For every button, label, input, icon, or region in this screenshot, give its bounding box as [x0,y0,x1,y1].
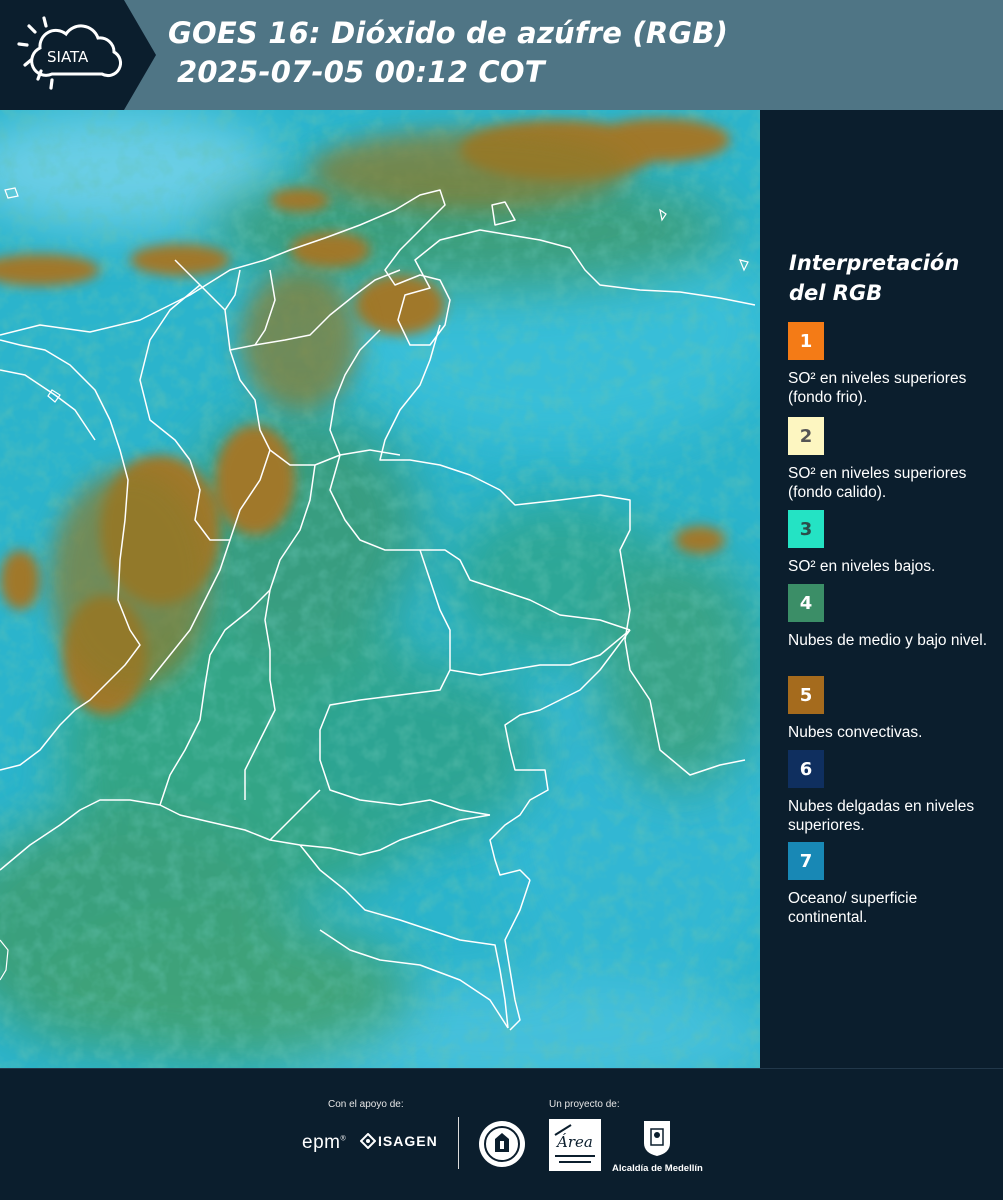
siata-logo-text: SIATA [47,48,89,66]
satellite-map [0,110,760,1068]
legend-item-2: 2 SO² en niveles superiores (fondo calid… [788,417,998,502]
legend-swatch: 6 [788,750,824,788]
legend-swatch: 4 [788,584,824,622]
legend-panel: Interpretación del RGB 1 SO² en niveles … [760,110,1003,1068]
legend-label: SO² en niveles superiores (fondo calido)… [788,465,967,501]
area-metropolitana-logo: Área [549,1119,601,1175]
title-product: GOES 16: Dióxido de azúfre (RGB) [168,16,729,50]
legend-item-7: 7 Oceano/ superficie continental. [788,842,998,927]
legend-label: Nubes de medio y bajo nivel. [788,632,988,649]
legend-swatch: 7 [788,842,824,880]
epm-logo: epm® [302,1132,347,1153]
support-label: Con el apoyo de: [328,1099,404,1110]
page-title: GOES 16: Dióxido de azúfre (RGB) 2025-07… [168,14,728,92]
footer-divider [458,1117,459,1169]
legend-swatch: 2 [788,417,824,455]
header: SIATA GOES 16: Dióxido de azúfre (RGB) 2… [0,0,1003,110]
epm-logo-text: epm [302,1132,341,1153]
legend-item-3: 3 SO² en niveles bajos. [788,510,998,595]
isagen-logo: ISAGEN [360,1133,438,1149]
alcaldia-shield-icon [644,1121,670,1156]
alcaldia-label: Alcaldía de Medellín [612,1163,703,1174]
area-logo-text: Área [555,1133,593,1151]
legend-label: Oceano/ superficie continental. [788,890,918,926]
legend-item-4: 4 Nubes de medio y bajo nivel. [788,584,998,669]
project-label: Un proyecto de: [549,1099,620,1110]
legend-label: SO² en niveles superiores (fondo frio). [788,370,967,406]
medellin-seal-icon [477,1119,527,1173]
legend-label: Nubes delgadas en niveles superiores. [788,798,975,834]
legend-swatch: 5 [788,676,824,714]
isagen-icon [360,1133,376,1149]
legend-swatch: 1 [788,322,824,360]
legend-item-6: 6 Nubes delgadas en niveles superiores. [788,750,998,835]
footer: Con el apoyo de: Un proyecto de: epm® IS… [0,1068,1003,1200]
isagen-logo-text: ISAGEN [378,1133,438,1149]
legend-item-1: 1 SO² en niveles superiores (fondo frio)… [788,322,998,407]
alcaldia-logo: Alcaldía de Medellín [612,1119,703,1174]
legend-title: Interpretación del RGB [789,251,960,305]
title-timestamp: 2025-07-05 00:12 COT [177,55,545,89]
legend-item-5: 5 Nubes convectivas. [788,676,998,761]
legend-swatch: 3 [788,510,824,548]
siata-logo: SIATA [0,0,156,110]
